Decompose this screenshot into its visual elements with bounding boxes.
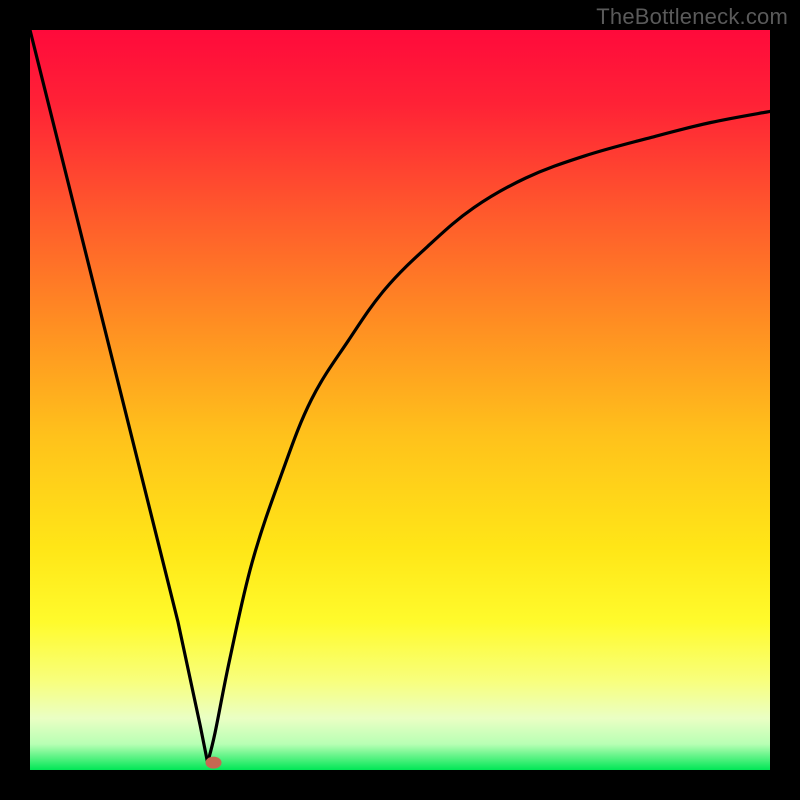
chart-frame: TheBottleneck.com [0,0,800,800]
watermark-text: TheBottleneck.com [596,4,788,30]
optimal-point-marker [206,757,222,769]
bottleneck-chart [0,0,800,800]
plot-background [30,30,770,770]
